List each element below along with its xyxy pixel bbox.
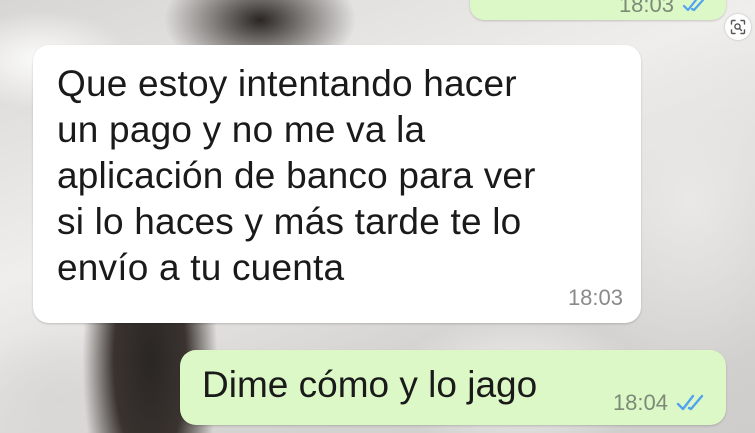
message-line: Que estoy intentando hacer bbox=[57, 63, 517, 104]
message-time: 18:04 bbox=[612, 390, 668, 415]
message-line: si lo haces y más tarde te lo bbox=[57, 201, 522, 242]
message-time: 18:03 bbox=[567, 285, 623, 310]
double-check-read-icon bbox=[676, 393, 708, 413]
message-line: aplicación de banco para ver bbox=[57, 155, 536, 196]
message-meta: 18:03 bbox=[619, 0, 708, 18]
outgoing-message[interactable]: Dime cómo y lo jago 18:04 bbox=[180, 350, 726, 425]
incoming-message[interactable]: Que estoy intentando hacer un pago y no … bbox=[33, 45, 641, 323]
previous-outgoing-message[interactable]: 18:03 bbox=[470, 0, 726, 20]
message-time: 18:03 bbox=[618, 0, 674, 17]
image-search-icon[interactable] bbox=[725, 14, 751, 40]
message-text: Que estoy intentando hacer un pago y no … bbox=[57, 61, 621, 291]
double-check-read-icon bbox=[682, 0, 708, 13]
message-line: un pago y no me va la bbox=[57, 109, 426, 150]
message-line: envío a tu cuenta bbox=[57, 247, 345, 288]
message-meta: 18:04 bbox=[613, 390, 708, 416]
